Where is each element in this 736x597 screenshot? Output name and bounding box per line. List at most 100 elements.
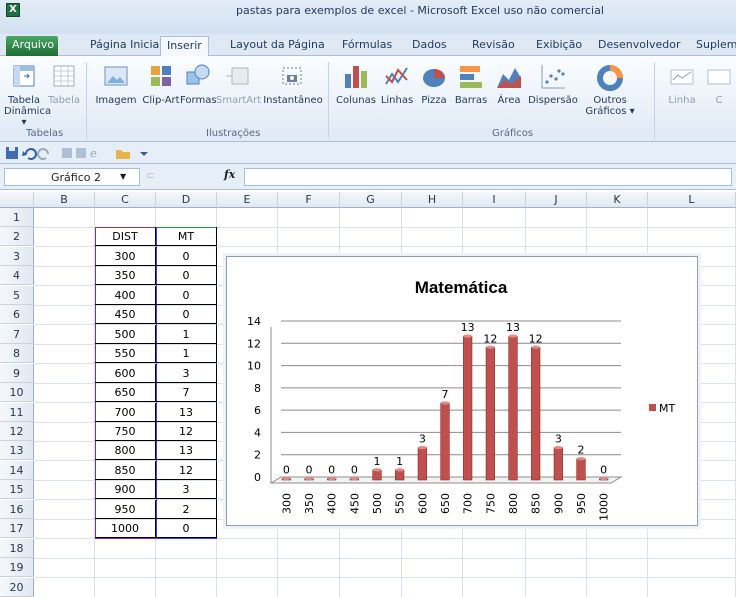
customize-toolbar-icon[interactable] bbox=[140, 152, 148, 156]
open-folder-icon[interactable] bbox=[116, 150, 130, 159]
cell-dist[interactable]: 850 bbox=[95, 460, 156, 480]
cell-dist[interactable]: 800 bbox=[95, 441, 156, 461]
cell-mt[interactable]: 13 bbox=[156, 441, 217, 461]
cell-dist[interactable]: 550 bbox=[95, 344, 156, 364]
cell-mt[interactable]: 13 bbox=[156, 402, 217, 422]
cell-mt[interactable]: 12 bbox=[156, 421, 217, 441]
excel-icon[interactable]: X bbox=[6, 3, 20, 17]
header-cell-mt[interactable]: MT bbox=[156, 227, 217, 247]
column-header-l[interactable]: L bbox=[648, 192, 736, 208]
row-header-9[interactable]: 9 bbox=[0, 363, 34, 383]
column-header-f[interactable]: F bbox=[278, 192, 340, 208]
row-header-3[interactable]: 3 bbox=[0, 246, 34, 266]
cell-dist[interactable]: 450 bbox=[95, 305, 156, 325]
cell-dist[interactable]: 300 bbox=[95, 246, 156, 266]
undo-icon[interactable] bbox=[22, 148, 37, 160]
tab-f-rmulas[interactable]: Fórmulas bbox=[336, 36, 398, 56]
row-header-4[interactable]: 4 bbox=[0, 266, 34, 286]
cell-mt[interactable]: 1 bbox=[156, 324, 217, 344]
cell-dist[interactable]: 1000 bbox=[95, 519, 156, 539]
insert-function-icon[interactable]: fx bbox=[224, 168, 235, 181]
column-header-d[interactable]: D bbox=[156, 192, 217, 208]
pie-chart-button[interactable]: Pizza bbox=[418, 62, 450, 106]
cell-mt[interactable]: 1 bbox=[156, 344, 217, 364]
name-box-dropdown-icon[interactable]: ▼ bbox=[120, 172, 126, 181]
cell-dist[interactable]: 950 bbox=[95, 499, 156, 519]
chart-object[interactable]: Matemática 0 2 4 6 8 10 12 14 0 300 0 350 0 400 0 450 1 50… bbox=[226, 256, 698, 526]
line-chart-button[interactable]: Linhas bbox=[378, 62, 416, 106]
cell-mt[interactable]: 0 bbox=[156, 519, 217, 539]
cell-mt[interactable]: 0 bbox=[156, 246, 217, 266]
cell-dist[interactable]: 400 bbox=[95, 285, 156, 305]
tab-arquivo[interactable]: Arquivo bbox=[6, 36, 58, 56]
cell-mt[interactable]: 2 bbox=[156, 499, 217, 519]
row-header-12[interactable]: 12 bbox=[0, 421, 34, 441]
sparkline-line-button[interactable]: Linha bbox=[664, 62, 700, 106]
row-header-8[interactable]: 8 bbox=[0, 344, 34, 364]
toolbar-icons[interactable]: e bbox=[62, 147, 97, 160]
area-chart-button[interactable]: Área bbox=[492, 62, 526, 106]
cell-dist[interactable]: 900 bbox=[95, 480, 156, 500]
clipart-button[interactable]: Clip-Art bbox=[140, 62, 182, 106]
smartart-button[interactable]: SmartArt bbox=[216, 62, 261, 106]
column-header-b[interactable]: B bbox=[34, 192, 95, 208]
row-header-13[interactable]: 13 bbox=[0, 441, 34, 461]
row-header-6[interactable]: 6 bbox=[0, 305, 34, 325]
column-header-e[interactable]: E bbox=[217, 192, 278, 208]
select-all-corner[interactable] bbox=[0, 192, 34, 208]
row-header-18[interactable]: 18 bbox=[0, 538, 34, 558]
row-header-2[interactable]: 2 bbox=[0, 227, 34, 247]
tab-revis-o[interactable]: Revisão bbox=[466, 36, 521, 56]
other-charts-button[interactable]: Outros Gráficos ▾ bbox=[580, 62, 640, 117]
redo-icon[interactable] bbox=[37, 148, 49, 160]
column-header-g[interactable]: G bbox=[340, 192, 402, 208]
cell-dist[interactable]: 350 bbox=[95, 266, 156, 286]
tab-dados[interactable]: Dados bbox=[406, 36, 453, 56]
row-header-7[interactable]: 7 bbox=[0, 324, 34, 344]
column-header-i[interactable]: I bbox=[463, 192, 526, 208]
tab-exibi-o[interactable]: Exibição bbox=[530, 36, 588, 56]
column-chart-button[interactable]: Colunas bbox=[334, 62, 378, 106]
cell-dist[interactable]: 650 bbox=[95, 383, 156, 403]
row-header-5[interactable]: 5 bbox=[0, 285, 34, 305]
table-button[interactable]: Tabela bbox=[46, 62, 82, 106]
row-header-11[interactable]: 11 bbox=[0, 402, 34, 422]
row-header-14[interactable]: 14 bbox=[0, 460, 34, 480]
sparkline-column-button[interactable]: C bbox=[704, 62, 734, 106]
tab-suplem[interactable]: Suplem bbox=[690, 36, 736, 56]
formula-input[interactable] bbox=[244, 168, 732, 186]
tab-inserir[interactable]: Inserir bbox=[160, 36, 209, 56]
screenshot-button[interactable]: Instantâneo bbox=[262, 62, 324, 106]
cell-dist[interactable]: 750 bbox=[95, 421, 156, 441]
cell-mt[interactable]: 3 bbox=[156, 480, 217, 500]
column-header-k[interactable]: K bbox=[587, 192, 648, 208]
pivot-table-button[interactable]: Tabela Dinâmica ▾ bbox=[4, 62, 51, 128]
row-header-16[interactable]: 16 bbox=[0, 499, 34, 519]
row-header-20[interactable]: 20 bbox=[0, 577, 34, 597]
row-header-17[interactable]: 17 bbox=[0, 519, 34, 539]
column-header-h[interactable]: H bbox=[402, 192, 463, 208]
cell-dist[interactable]: 500 bbox=[95, 324, 156, 344]
image-button[interactable]: Imagem bbox=[94, 62, 138, 106]
tab-layout-da-p-gina[interactable]: Layout da Página bbox=[224, 36, 331, 56]
tab-p-gina-inicial[interactable]: Página Inicial bbox=[84, 36, 168, 56]
tab-desenvolvedor[interactable]: Desenvolvedor bbox=[592, 36, 687, 56]
cell-mt[interactable]: 7 bbox=[156, 383, 217, 403]
column-header-j[interactable]: J bbox=[526, 192, 587, 208]
cell-dist[interactable]: 700 bbox=[95, 402, 156, 422]
cell-mt[interactable]: 0 bbox=[156, 266, 217, 286]
row-header-1[interactable]: 1 bbox=[0, 208, 34, 227]
bar-chart-button[interactable]: Barras bbox=[452, 62, 490, 106]
row-header-10[interactable]: 10 bbox=[0, 383, 34, 403]
header-cell-dist[interactable]: DIST bbox=[95, 227, 156, 247]
shapes-button[interactable]: Formas bbox=[180, 62, 217, 106]
scatter-chart-button[interactable]: Dispersão bbox=[526, 62, 580, 106]
row-header-19[interactable]: 19 bbox=[0, 558, 34, 578]
row-header-15[interactable]: 15 bbox=[0, 480, 34, 500]
cell-mt[interactable]: 0 bbox=[156, 305, 217, 325]
cell-mt[interactable]: 3 bbox=[156, 363, 217, 383]
column-header-c[interactable]: C bbox=[95, 192, 156, 208]
cell-mt[interactable]: 12 bbox=[156, 460, 217, 480]
cell-dist[interactable]: 600 bbox=[95, 363, 156, 383]
cell-mt[interactable]: 0 bbox=[156, 285, 217, 305]
